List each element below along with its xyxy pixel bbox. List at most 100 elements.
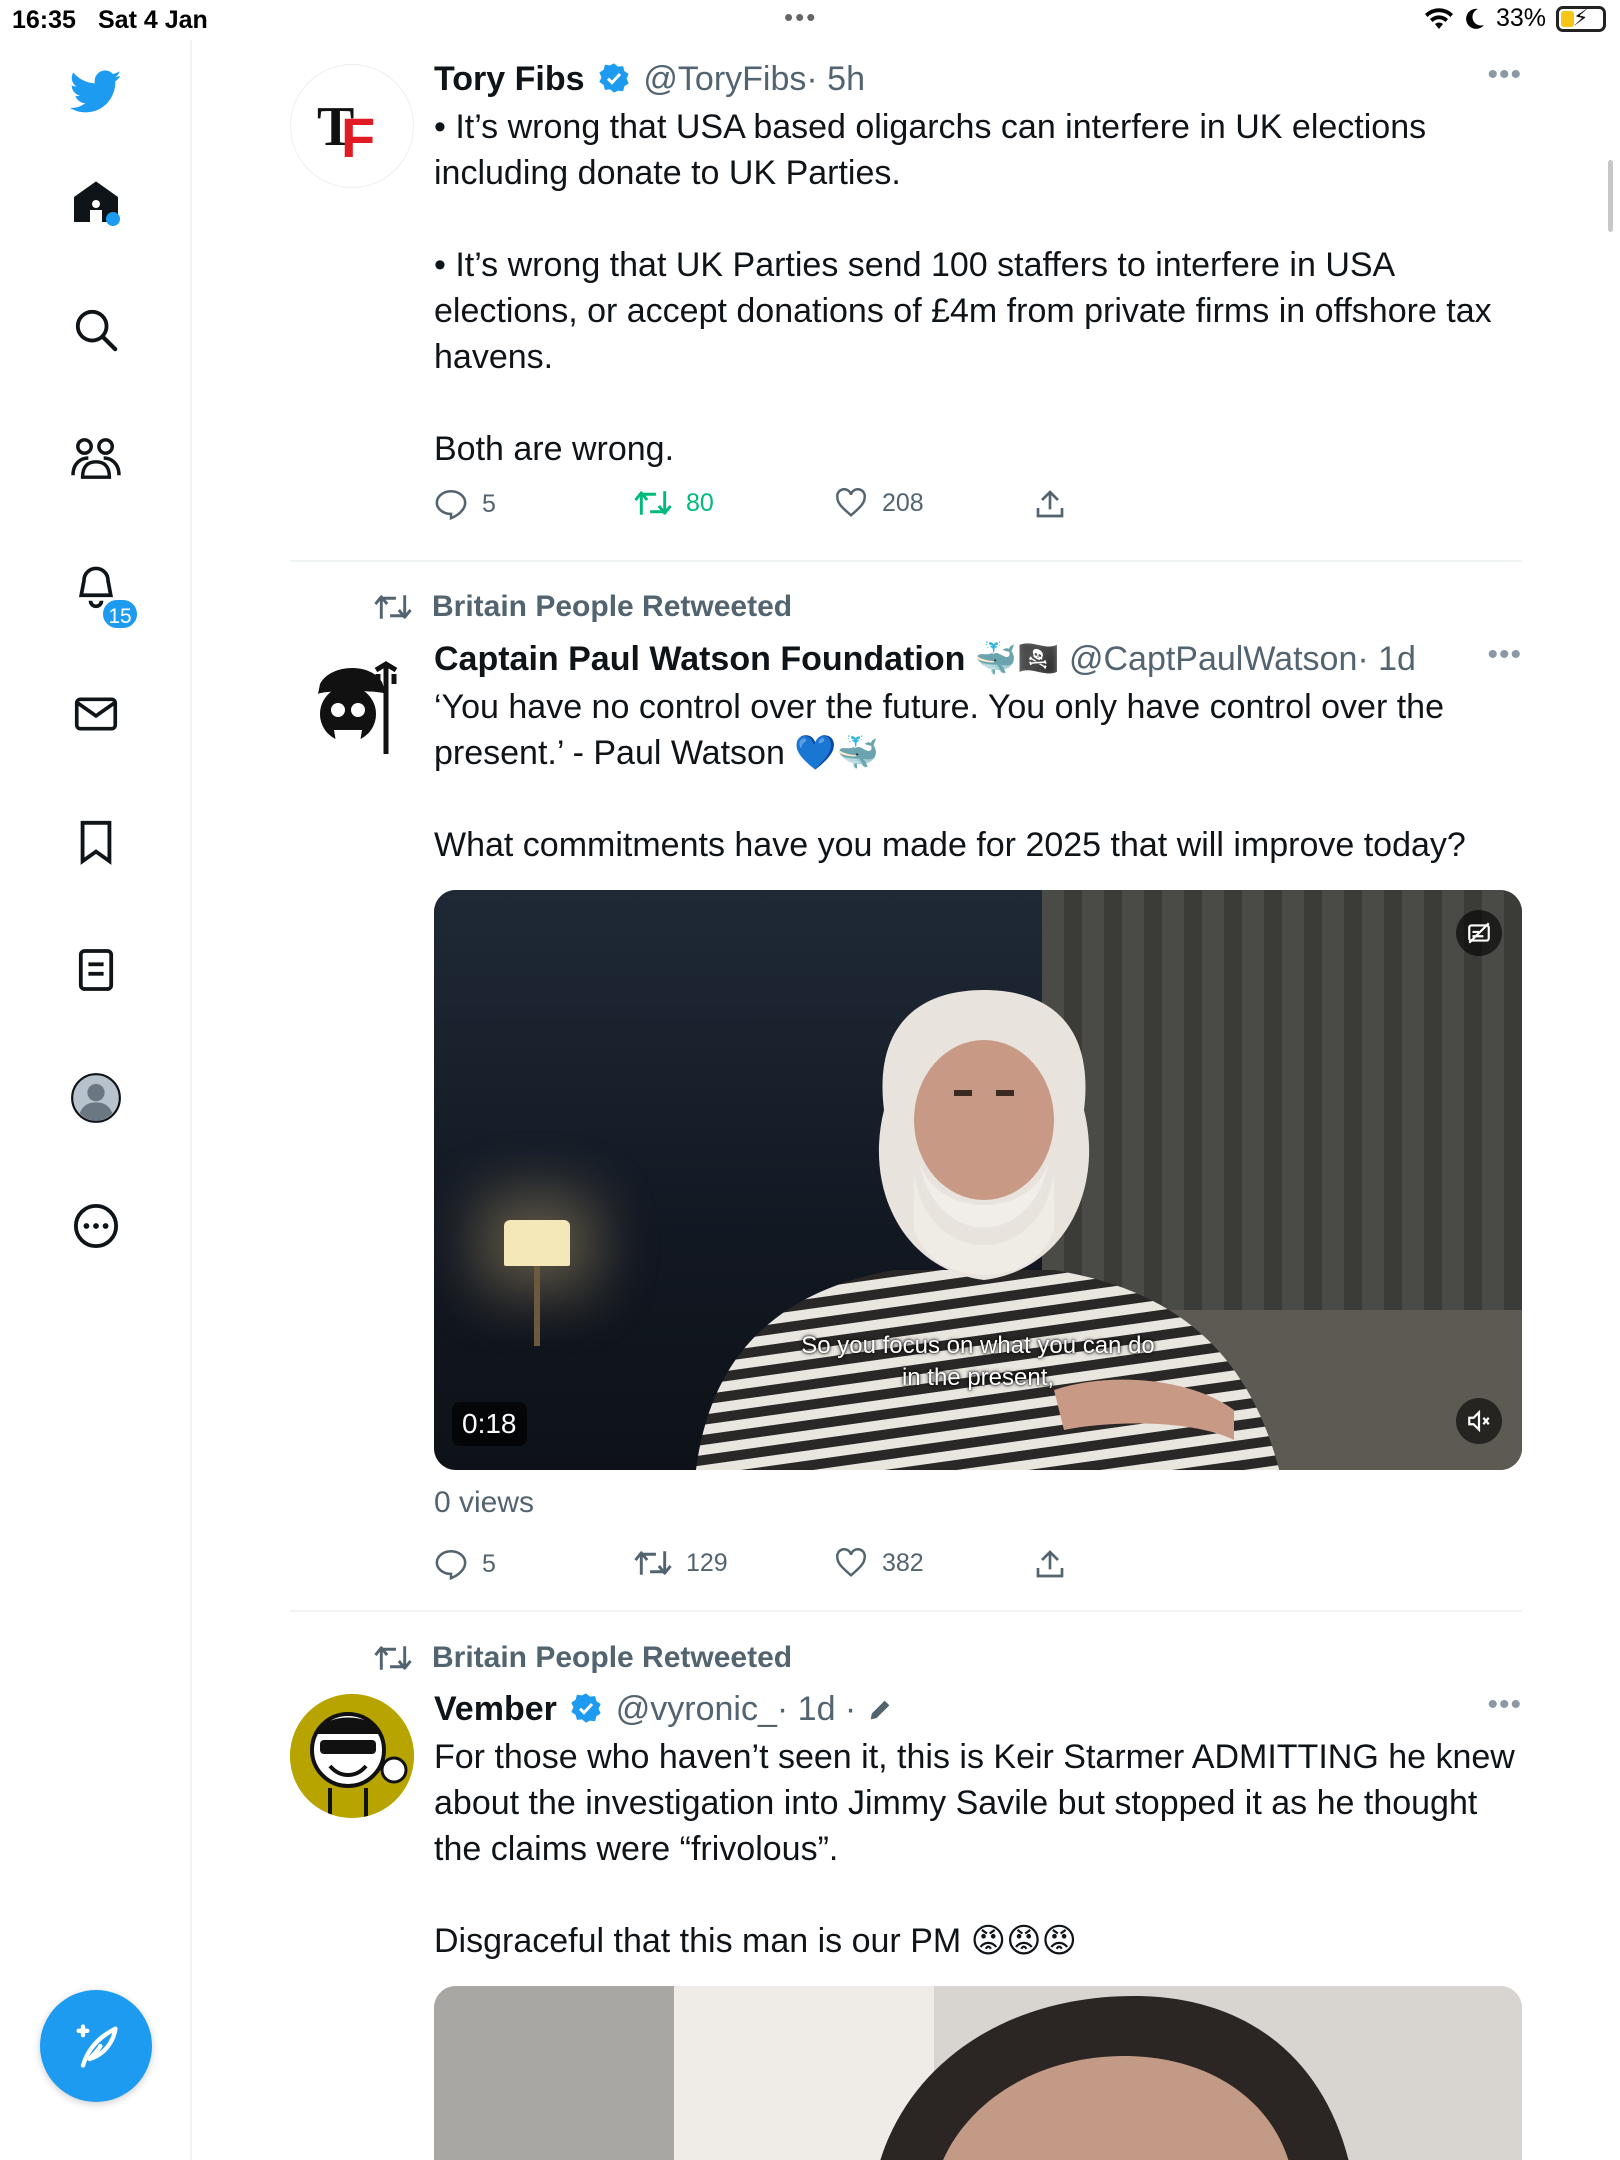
tweet-tory-fibs[interactable]: TF Tory Fibs @ToryFibs· 5h ••• • It’s wr… [290, 58, 1522, 528]
share-icon [1036, 490, 1064, 518]
bookmarks-icon[interactable] [62, 808, 130, 876]
author-name[interactable]: Captain Paul Watson Foundation [434, 640, 965, 678]
tweet-text: ‘You have no control over the future. Yo… [434, 684, 1522, 868]
retweet-button[interactable]: 80 [634, 488, 714, 518]
tweet-more-button[interactable]: ••• [1487, 58, 1522, 92]
retweet-count: 80 [686, 488, 714, 517]
reply-icon [435, 489, 467, 520]
battery-icon: ⚡ [1556, 5, 1606, 32]
search-icon[interactable] [62, 296, 130, 364]
tweet-text: For those who haven’t seen it, this is K… [434, 1734, 1522, 1964]
tweet-content: Captain Paul Watson Foundation 🐳🏴‍☠️ @Ca… [434, 638, 1522, 1580]
messages-icon[interactable] [62, 680, 130, 748]
author-name[interactable]: Vember [434, 1690, 557, 1728]
view-count: 0 views [434, 1486, 535, 1519]
share-button[interactable] [1034, 1548, 1066, 1580]
compose-tweet-button[interactable] [40, 1990, 152, 2102]
retweeted-by-label: Britain People Retweeted [432, 1641, 793, 1674]
muted-speaker-icon [1468, 1409, 1490, 1433]
tweet-paragraph: For those who haven’t seen it, this is K… [434, 1738, 1515, 1868]
sidebar: 15 [0, 40, 192, 2160]
tweet-actions: 5 80 208 [434, 488, 1134, 528]
tweet-video[interactable]: So you focus on what you can do in the p… [434, 890, 1522, 1470]
retweet-button[interactable]: 129 [634, 1548, 728, 1578]
video-settings-button[interactable] [1456, 910, 1502, 956]
moon-icon [1466, 8, 1484, 29]
subtitle-line: in the present, [901, 1364, 1055, 1391]
heart-icon [836, 1548, 866, 1577]
avatar[interactable] [290, 644, 414, 768]
video-person [696, 990, 1280, 1470]
verified-badge-icon [571, 1693, 601, 1723]
multitasking-dots[interactable]: ••• [784, 2, 817, 33]
status-right: 33% ⚡ [1424, 4, 1606, 33]
like-count: 208 [882, 488, 924, 517]
tweet-content: Vember @vyronic_· 1d · ••• For those who… [434, 1688, 1522, 2160]
subtitle-line: So you focus on what you can do [801, 1332, 1155, 1359]
twitter-logo-icon[interactable] [62, 58, 130, 126]
tweet-vember[interactable]: Vember @vyronic_· 1d · ••• For those who… [290, 1688, 1522, 2160]
battery-percent: 33% [1495, 4, 1546, 32]
tweet-video-thumbnail[interactable] [434, 1986, 1522, 2160]
retweet-icon [634, 491, 672, 515]
home-icon[interactable] [62, 168, 130, 236]
retweeted-by-label: Britain People Retweeted [432, 590, 793, 623]
reply-icon [435, 1549, 467, 1580]
video-lamp [504, 1220, 570, 1266]
like-button[interactable]: 382 [834, 1548, 924, 1578]
tweet-more-button[interactable]: ••• [1487, 638, 1522, 672]
tweet-content: Tory Fibs @ToryFibs· 5h ••• • It’s wrong… [434, 58, 1522, 520]
author-handle[interactable]: @CaptPaulWatson [1069, 640, 1357, 678]
profile-icon[interactable] [62, 1064, 130, 1132]
share-button[interactable] [1034, 488, 1066, 520]
video-duration: 0:18 [452, 1402, 527, 1446]
tweet-actions: 5 129 382 [434, 1548, 1134, 1588]
notifications-badge: 15 [100, 597, 140, 631]
tweet-paragraph: Disgraceful that this man is our PM 😡😡😡 [434, 1922, 1077, 1960]
more-icon[interactable] [62, 1192, 130, 1260]
tweet-text: • It’s wrong that USA based oligarchs ca… [434, 104, 1522, 472]
avatar[interactable]: TF [290, 64, 414, 188]
tweet-divider [290, 560, 1522, 562]
reply-button[interactable]: 5 [434, 488, 496, 520]
reply-button[interactable]: 5 [434, 1548, 496, 1580]
like-count: 382 [882, 1548, 924, 1577]
home-unread-dot [106, 212, 120, 226]
retweet-count: 129 [686, 1548, 728, 1577]
lists-icon[interactable] [62, 936, 130, 1004]
video-preview-image [434, 1986, 1522, 2160]
wifi-icon [1424, 7, 1453, 29]
tweet-time[interactable]: · 1d · [777, 1690, 856, 1728]
share-icon [1036, 1550, 1064, 1578]
mute-button[interactable] [1456, 1398, 1502, 1444]
tweet-more-button[interactable]: ••• [1487, 1688, 1522, 1722]
svg-text:F: F [341, 106, 375, 169]
author-handle[interactable]: @ToryFibs [643, 60, 806, 98]
retweet-icon [374, 1646, 412, 1670]
communities-icon[interactable] [62, 424, 130, 492]
retweet-icon [634, 1551, 672, 1575]
tweet-paragraph: What commitments have you made for 2025 … [434, 826, 1466, 864]
tweet-time[interactable]: · 1d [1357, 640, 1416, 678]
status-bar: 16:35 Sat 4 Jan ••• 33% ⚡ [0, 0, 1620, 40]
avatar[interactable] [290, 1694, 414, 1818]
retweet-icon [374, 595, 412, 619]
tweet-header: Vember @vyronic_· 1d · [434, 1688, 1522, 1730]
author-name[interactable]: Tory Fibs [434, 60, 585, 98]
retweeted-by[interactable]: Britain People Retweeted [374, 1641, 792, 1675]
edited-pencil-icon[interactable] [866, 1696, 894, 1724]
video-subtitle: So you focus on what you can do in the p… [434, 1330, 1522, 1394]
like-button[interactable]: 208 [834, 488, 924, 518]
reply-count: 5 [482, 1549, 496, 1578]
reply-count: 5 [482, 489, 496, 518]
tweet-paragraph: Both are wrong. [434, 430, 675, 468]
status-date: Sat 4 Jan [98, 6, 208, 34]
tweet-time[interactable]: · 5h [806, 60, 865, 98]
retweeted-by[interactable]: Britain People Retweeted [374, 590, 792, 624]
tweet-header: Tory Fibs @ToryFibs· 5h [434, 58, 1522, 100]
tweet-divider [290, 1610, 1522, 1612]
author-handle[interactable]: @vyronic_ [616, 1690, 777, 1728]
tweet-paul-watson[interactable]: Captain Paul Watson Foundation 🐳🏴‍☠️ @Ca… [290, 638, 1522, 1598]
name-emoji: 🐳🏴‍☠️ [974, 640, 1060, 678]
scrollbar[interactable] [1608, 160, 1613, 232]
